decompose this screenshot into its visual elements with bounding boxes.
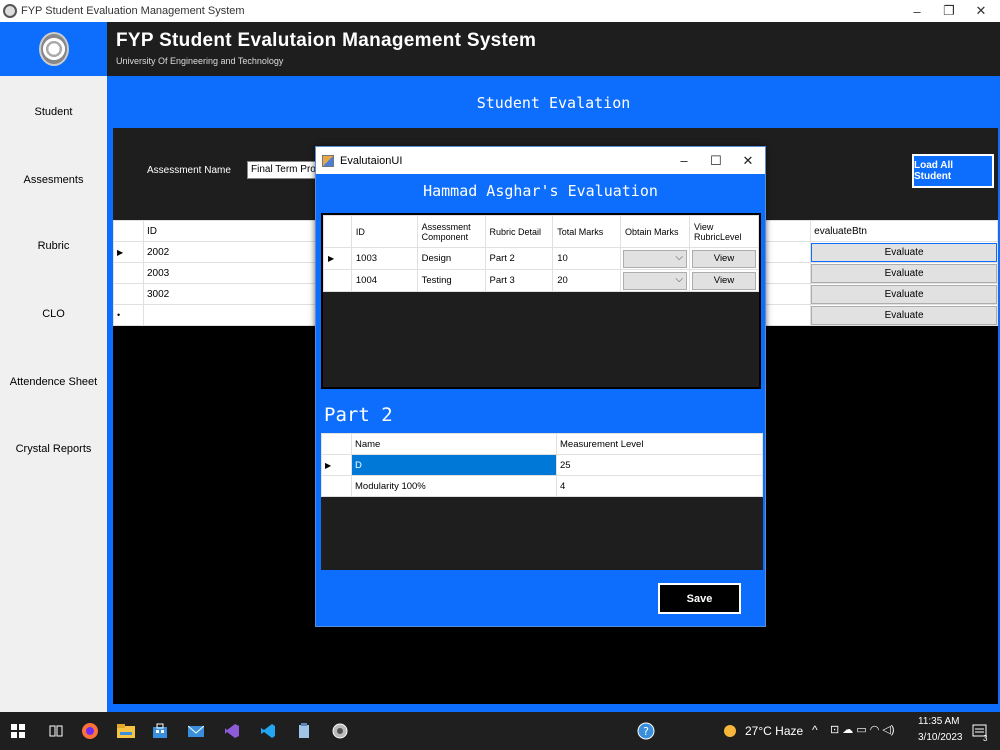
- measurement-level-cell[interactable]: 4: [556, 475, 763, 497]
- window-titlebar: FYP Student Evaluation Management System…: [0, 0, 1000, 22]
- window-title: FYP Student Evaluation Management System: [21, 5, 245, 17]
- column-header-obtain-marks[interactable]: Obtain Marks: [619, 215, 691, 248]
- column-header-id[interactable]: ID: [350, 215, 418, 248]
- table-row[interactable]: ▶ D 25: [321, 454, 763, 476]
- svg-text:?: ?: [643, 725, 649, 738]
- sidebar-item-assesments[interactable]: Assesments: [0, 174, 107, 186]
- table-row[interactable]: ▶ 1003 Design Part 2 10 ⌵ View: [323, 247, 759, 270]
- page-title: Student Evalation: [476, 94, 631, 112]
- table-row[interactable]: Modularity 100% 4: [321, 475, 763, 497]
- logo-container: [0, 22, 107, 76]
- notification-count: 3: [983, 734, 988, 743]
- clock-time[interactable]: 11:35 AM: [918, 716, 960, 727]
- evaluation-heading: Hammad Asghar's Evaluation: [423, 182, 658, 200]
- windows-taskbar: ? 27°C Haze ^ ⊡ ☁ ▭ ◠ ◁) 11:35 AM 3/10/2…: [0, 712, 1000, 750]
- column-header-total-marks[interactable]: Total Marks: [552, 215, 621, 248]
- component-id-cell[interactable]: 1003: [350, 247, 418, 270]
- new-row-marker-icon: •: [113, 304, 144, 326]
- current-row-marker-icon: ▶: [321, 454, 352, 476]
- weather-text[interactable]: 27°C Haze: [745, 724, 803, 738]
- view-rubric-level-button[interactable]: View: [692, 249, 756, 268]
- firefox-icon[interactable]: [80, 721, 100, 741]
- notepad-icon[interactable]: [294, 721, 314, 741]
- windows-start-icon[interactable]: [8, 721, 28, 741]
- assessment-grid: ID Assessment Component Rubric Detail To…: [323, 215, 759, 292]
- evaluation-dialog: EvalutaionUI – ☐ ✕ Hammad Asghar's Evalu…: [315, 146, 766, 627]
- total-marks-cell[interactable]: 20: [552, 269, 621, 292]
- component-cell[interactable]: Design: [416, 247, 486, 270]
- current-row-marker-icon: ▶: [323, 247, 352, 270]
- task-view-icon[interactable]: [46, 721, 66, 741]
- column-header-evaluatebtn[interactable]: evaluateBtn: [810, 220, 998, 242]
- weather-sun-icon[interactable]: [720, 721, 740, 741]
- rubric-level-grid-area: Name Measurement Level ▶ D 25 Modularity…: [321, 433, 763, 570]
- chevron-down-icon: ⌵: [675, 273, 683, 285]
- sidebar-item-student[interactable]: Student: [0, 106, 107, 118]
- column-header-rubric-detail[interactable]: Rubric Detail: [484, 215, 554, 248]
- dialog-close-button[interactable]: ✕: [732, 147, 764, 174]
- dialog-title: EvalutaionUI: [340, 154, 403, 167]
- view-rubric-level-button[interactable]: View: [692, 271, 756, 290]
- close-button[interactable]: ✕: [964, 0, 998, 22]
- obtain-marks-dropdown[interactable]: ⌵: [622, 271, 687, 290]
- dialog-maximize-button[interactable]: ☐: [700, 147, 732, 174]
- sidebar-item-rubric[interactable]: Rubric: [0, 240, 107, 252]
- rubric-part-heading: Part 2: [324, 404, 393, 426]
- file-explorer-icon[interactable]: [116, 721, 136, 741]
- restore-button[interactable]: ❐: [932, 0, 966, 22]
- running-app-gear-icon[interactable]: [330, 721, 350, 741]
- table-row[interactable]: 1004 Testing Part 3 20 ⌵ View: [323, 269, 759, 292]
- form-icon: [322, 154, 334, 167]
- visual-studio-icon[interactable]: [222, 721, 242, 741]
- component-id-cell[interactable]: 1004: [350, 269, 418, 292]
- dialog-minimize-button[interactable]: –: [668, 147, 700, 174]
- help-icon[interactable]: ?: [636, 721, 656, 741]
- obtain-marks-dropdown[interactable]: ⌵: [622, 249, 687, 268]
- total-marks-cell[interactable]: 10: [552, 247, 621, 270]
- grid-header-row: Name Measurement Level: [321, 433, 763, 455]
- assessment-name-input[interactable]: Final Term Project: [247, 161, 319, 179]
- save-button[interactable]: Save: [658, 583, 741, 614]
- tray-icons[interactable]: ⊡ ☁ ▭ ◠ ◁): [830, 723, 895, 736]
- sidebar: Student Assesments Rubric CLO Attendence…: [0, 76, 107, 712]
- store-icon[interactable]: [150, 721, 170, 741]
- clock-date[interactable]: 3/10/2023: [918, 732, 963, 743]
- mail-icon[interactable]: [186, 721, 206, 741]
- evaluate-button[interactable]: Evaluate: [811, 284, 997, 304]
- measurement-level-cell[interactable]: 25: [556, 454, 763, 476]
- vscode-icon[interactable]: [258, 721, 278, 741]
- app-gear-icon: [3, 4, 17, 18]
- grid-header-row: ID Assessment Component Rubric Detail To…: [323, 215, 759, 248]
- evaluate-button[interactable]: Evaluate: [811, 242, 997, 262]
- column-header-view-rubriclevel[interactable]: View RubricLevel: [689, 215, 759, 248]
- row-header-cell: [113, 220, 144, 242]
- load-all-student-button[interactable]: Load All Student: [912, 154, 994, 188]
- app-header: FYP Student Evalutaion Management System…: [0, 22, 1000, 76]
- assessment-name-label: Assessment Name: [147, 165, 231, 176]
- rubric-detail-cell[interactable]: Part 2: [484, 247, 554, 270]
- university-logo-icon: [38, 32, 69, 66]
- sidebar-item-crystal-reports[interactable]: Crystal Reports: [0, 443, 107, 455]
- column-header-measurement-level[interactable]: Measurement Level: [556, 433, 763, 455]
- rubric-level-name-cell[interactable]: D: [351, 454, 557, 476]
- column-header-name[interactable]: Name: [351, 433, 557, 455]
- app-title: FYP Student Evalutaion Management System: [116, 30, 537, 51]
- assessment-grid-area: ID Assessment Component Rubric Detail To…: [321, 213, 761, 389]
- dialog-titlebar: EvalutaionUI – ☐ ✕: [316, 147, 765, 174]
- sidebar-item-attendence-sheet[interactable]: Attendence Sheet: [0, 376, 107, 388]
- evaluate-button[interactable]: Evaluate: [811, 305, 997, 325]
- sidebar-item-clo[interactable]: CLO: [0, 308, 107, 320]
- chevron-down-icon: ⌵: [675, 251, 683, 263]
- evaluate-button[interactable]: Evaluate: [811, 263, 997, 283]
- rubric-level-grid: Name Measurement Level ▶ D 25 Modularity…: [321, 433, 763, 497]
- chevron-up-icon[interactable]: ^: [812, 723, 818, 737]
- minimize-button[interactable]: –: [900, 0, 934, 22]
- rubric-level-name-cell[interactable]: Modularity 100%: [351, 475, 557, 497]
- rubric-detail-cell[interactable]: Part 3: [484, 269, 554, 292]
- column-header-assessment-component[interactable]: Assessment Component: [416, 215, 486, 248]
- current-row-marker-icon: ▶: [113, 241, 144, 263]
- component-cell[interactable]: Testing: [416, 269, 486, 292]
- app-subtitle: University Of Engineering and Technology: [116, 56, 284, 66]
